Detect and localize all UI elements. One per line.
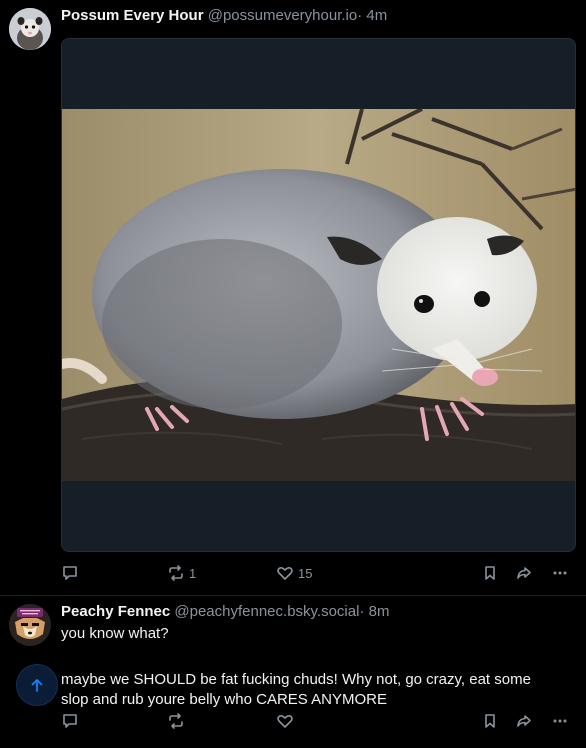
opossum-photo-icon: [62, 109, 575, 481]
share-icon: [517, 715, 531, 727]
post-text-paragraph: maybe we SHOULD be fat fucking chuds! Wh…: [61, 671, 531, 708]
bookmark-button[interactable]: [481, 563, 499, 583]
bookmark-button[interactable]: [481, 711, 499, 731]
heart-icon: [277, 566, 293, 580]
like-button[interactable]: 15: [276, 563, 312, 583]
arrow-up-icon: [31, 679, 43, 692]
separator: ·: [359, 603, 365, 620]
post-image[interactable]: [61, 38, 576, 552]
post-timestamp[interactable]: 8m: [369, 603, 390, 620]
post-actions: [61, 711, 576, 731]
author-display-name[interactable]: Peachy Fennec: [61, 603, 170, 620]
fennec-avatar-icon: [9, 604, 51, 646]
more-options-button[interactable]: [551, 711, 569, 731]
post-header: Possum Every Hour @possumeveryhour.io· 4…: [61, 6, 387, 26]
share-icon: [517, 567, 531, 579]
like-count: 15: [298, 565, 313, 581]
reply-icon: [63, 714, 77, 728]
bookmark-icon: [485, 714, 495, 728]
reply-icon: [63, 566, 77, 580]
repost-count: 1: [189, 565, 197, 581]
author-avatar[interactable]: [9, 604, 51, 646]
reply-button[interactable]: [61, 711, 83, 731]
author-avatar[interactable]: [9, 8, 51, 50]
share-button[interactable]: [515, 711, 533, 731]
post-timestamp[interactable]: 4m: [366, 7, 387, 24]
reply-button[interactable]: [61, 563, 83, 583]
post-actions: 1 15: [61, 563, 576, 583]
separator: ·: [357, 7, 363, 24]
post-header: Peachy Fennec @peachyfennec.bsky.social·…: [61, 602, 389, 622]
repost-icon: [169, 565, 183, 581]
repost-button[interactable]: [167, 711, 189, 731]
repost-icon: [169, 713, 183, 729]
feed-post[interactable]: Peachy Fennec @peachyfennec.bsky.social·…: [0, 596, 586, 748]
share-button[interactable]: [515, 563, 533, 583]
author-handle[interactable]: @peachyfennec.bsky.social: [174, 603, 359, 620]
ellipsis-icon: [553, 571, 567, 575]
more-options-button[interactable]: [551, 563, 569, 583]
heart-icon: [277, 714, 293, 728]
scroll-to-top-button[interactable]: [16, 664, 58, 706]
author-handle[interactable]: @possumeveryhour.io: [208, 7, 357, 24]
bookmark-icon: [485, 566, 495, 580]
possum-avatar-icon: [9, 8, 51, 50]
author-display-name[interactable]: Possum Every Hour: [61, 7, 204, 24]
feed-post[interactable]: Possum Every Hour @possumeveryhour.io· 4…: [0, 0, 586, 596]
repost-button[interactable]: 1: [167, 563, 196, 583]
like-button[interactable]: [276, 711, 298, 731]
post-text-line: you know what?: [61, 625, 169, 642]
ellipsis-icon: [553, 719, 567, 723]
